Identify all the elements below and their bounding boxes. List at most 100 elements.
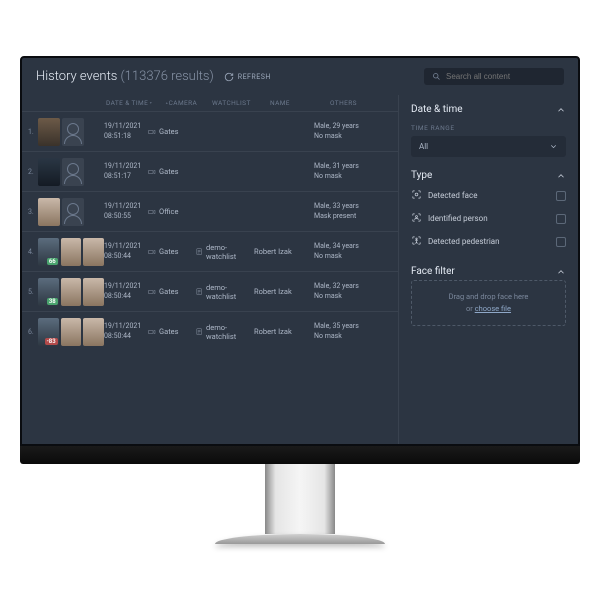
time-range-label: TIME RANGE — [411, 124, 566, 132]
refresh-icon — [224, 72, 234, 82]
face-thumb[interactable]: 66 — [38, 238, 59, 266]
table-row[interactable]: 4. 66 19/11/202108:50:44Gatesdemo-watchlis… — [22, 231, 398, 271]
row-index: 1. — [28, 128, 38, 136]
row-camera: Office — [148, 207, 196, 216]
row-name: Robert Izak — [254, 247, 314, 256]
row-datetime: 19/11/202108:51:18 — [104, 122, 148, 140]
type-option-label: Identified person — [428, 214, 488, 223]
filter-panel: Date & time TIME RANGE All Type Detected… — [398, 95, 578, 444]
time-range-select[interactable]: All — [411, 136, 566, 157]
top-bar: History events (113376 results) REFRESH — [22, 58, 578, 95]
table-row[interactable]: 5. 38 19/11/202108:50:44Gatesdemo-watchlis… — [22, 271, 398, 311]
face-thumb[interactable] — [38, 198, 60, 226]
row-others: Male, 29 yearsNo mask — [314, 122, 360, 140]
table-row[interactable]: 2. 19/11/202108:51:17Gates Male, 31 yearsN… — [22, 151, 398, 191]
refresh-label: REFRESH — [238, 73, 271, 81]
section-face-filter: Face filter Drag and drop face here or c… — [411, 263, 566, 326]
thumbnails — [38, 198, 104, 226]
face-thumb[interactable]: 38 — [38, 278, 59, 306]
row-index: 4. — [28, 248, 38, 256]
row-others: Male, 31 yearsNo mask — [314, 162, 360, 180]
table-header: DATE & TIME▾ ▴CAMERA WATCHLIST NAME OTHE… — [22, 95, 398, 111]
row-datetime: 19/11/202108:50:55 — [104, 202, 148, 220]
col-name[interactable]: NAME — [270, 99, 330, 107]
face-thumb[interactable] — [61, 238, 82, 266]
row-index: 6. — [28, 328, 38, 336]
type-option-detected-pedestrian[interactable]: Detected pedestrian — [411, 230, 566, 253]
type-option-detected-face[interactable]: Detected face — [411, 184, 566, 207]
row-name: Robert Izak — [254, 287, 314, 296]
row-datetime: 19/11/202108:51:17 — [104, 162, 148, 180]
row-others: Male, 34 yearsNo mask — [314, 242, 360, 260]
thumbnails: 66 — [38, 238, 104, 266]
refresh-button[interactable]: REFRESH — [224, 72, 271, 82]
row-watchlist: demo-watchlist — [196, 283, 254, 301]
table-row[interactable]: 3. 19/11/202108:50:55Office Male, 33 years… — [22, 191, 398, 231]
section-face-filter-header[interactable]: Face filter — [411, 263, 566, 280]
row-others: Male, 35 yearsNo mask — [314, 322, 360, 340]
thumbnails: -83 — [38, 318, 104, 346]
table-row[interactable]: 1. 19/11/202108:51:18Gates Male, 29 yearsN… — [22, 111, 398, 151]
row-datetime: 19/11/202108:50:44 — [104, 242, 148, 260]
thumbnails — [38, 118, 104, 146]
face-thumb[interactable] — [61, 318, 82, 346]
thumbnails: 38 — [38, 278, 104, 306]
row-watchlist: demo-watchlist — [196, 323, 254, 341]
row-camera: Gates — [148, 127, 196, 136]
face-dropzone[interactable]: Drag and drop face here or choose file — [411, 280, 566, 326]
match-score: 66 — [47, 258, 58, 265]
face-thumb[interactable] — [38, 118, 60, 146]
thumbnails — [38, 158, 104, 186]
col-camera[interactable]: ▴CAMERA — [164, 99, 212, 107]
type-option-identified-person[interactable]: Identified person — [411, 207, 566, 230]
search-box[interactable] — [424, 68, 564, 85]
checkbox[interactable] — [556, 237, 566, 247]
row-datetime: 19/11/202108:50:44 — [104, 282, 148, 300]
table-row[interactable]: 6.-8319/11/202108:50:44Gatesdemo-watchli… — [22, 311, 398, 351]
result-count: (113376 results) — [121, 69, 214, 84]
row-others: Male, 33 yearsMask present — [314, 202, 360, 220]
search-icon — [432, 72, 441, 81]
row-datetime: 19/11/202108:50:44 — [104, 322, 148, 340]
choose-file-link[interactable]: choose file — [475, 304, 511, 313]
match-score: -83 — [45, 338, 58, 345]
face-thumb[interactable] — [61, 278, 82, 306]
section-type: Type Detected face Identified person Detec… — [411, 167, 566, 253]
face-thumb[interactable] — [38, 158, 60, 186]
app-screen: History events (113376 results) REFRESH … — [20, 56, 580, 446]
section-datetime-header[interactable]: Date & time — [411, 101, 566, 118]
page-title: History events (113376 results) — [36, 69, 214, 84]
face-thumb[interactable] — [83, 318, 104, 346]
search-input[interactable] — [446, 72, 556, 81]
row-camera: Gates — [148, 287, 196, 296]
face-thumb[interactable]: -83 — [38, 318, 59, 346]
face-thumb[interactable] — [62, 198, 84, 226]
row-index: 3. — [28, 208, 38, 216]
face-thumb[interactable] — [62, 118, 84, 146]
face-thumb[interactable] — [83, 278, 104, 306]
face-thumb[interactable] — [83, 238, 104, 266]
row-camera: Gates — [148, 167, 196, 176]
checkbox[interactable] — [556, 214, 566, 224]
type-option-label: Detected face — [428, 191, 477, 200]
face-thumb[interactable] — [62, 158, 84, 186]
col-watchlist[interactable]: WATCHLIST — [212, 99, 270, 107]
chevron-up-icon — [556, 267, 566, 277]
checkbox[interactable] — [556, 191, 566, 201]
row-index: 5. — [28, 288, 38, 296]
row-index: 2. — [28, 168, 38, 176]
section-type-header[interactable]: Type — [411, 167, 566, 184]
detected-face-icon — [411, 189, 422, 202]
col-datetime[interactable]: DATE & TIME▾ — [106, 99, 164, 107]
identified-person-icon — [411, 212, 422, 225]
detected-pedestrian-icon — [411, 235, 422, 248]
row-watchlist: demo-watchlist — [196, 243, 254, 261]
col-others[interactable]: OTHERS — [330, 99, 380, 107]
row-camera: Gates — [148, 247, 196, 256]
chevron-up-icon — [556, 171, 566, 181]
match-score: 38 — [47, 298, 58, 305]
chevron-down-icon — [549, 142, 558, 151]
chevron-up-icon — [556, 105, 566, 115]
events-list: DATE & TIME▾ ▴CAMERA WATCHLIST NAME OTHE… — [22, 95, 398, 444]
row-others: Male, 32 yearsNo mask — [314, 282, 360, 300]
